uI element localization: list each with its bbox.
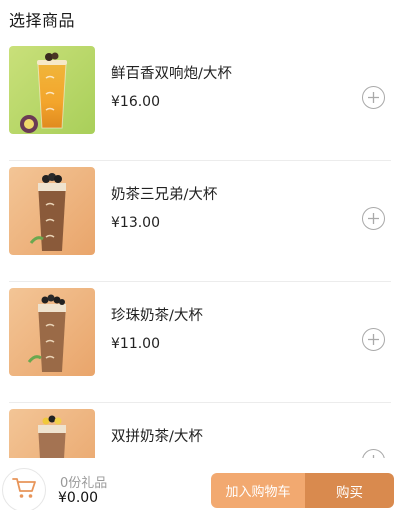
plus-circle-icon[interactable] — [362, 328, 385, 351]
product-item[interactable]: 奶茶三兄弟/大杯 ¥13.00 — [0, 161, 400, 281]
product-image-milk-tea-trio — [9, 167, 95, 255]
product-list[interactable]: 鲜百香双响炮/大杯 ¥16.00 奶茶三兄弟/大杯 ¥13.00 珍珠奶茶/大杯… — [0, 40, 400, 458]
product-name: 奶茶三兄弟/大杯 — [111, 187, 218, 203]
product-image-double-milk-tea — [9, 409, 95, 458]
product-price: ¥16.00 — [111, 94, 160, 110]
cart-button[interactable] — [2, 468, 46, 510]
product-image-passionfruit-tea — [9, 46, 95, 134]
product-price: ¥13.00 — [111, 215, 160, 231]
product-item[interactable]: 双拼奶茶/大杯 — [0, 403, 400, 458]
page-header: 选择商品 — [9, 6, 75, 32]
product-name: 鲜百香双响炮/大杯 — [111, 66, 232, 82]
page-title: 选择商品 — [9, 11, 76, 30]
product-image-pearl-milk-tea — [9, 288, 95, 376]
product-item[interactable]: 珍珠奶茶/大杯 ¥11.00 — [0, 282, 400, 402]
total-price: ¥0.00 — [58, 490, 99, 506]
product-name: 双拼奶茶/大杯 — [111, 429, 203, 445]
plus-circle-icon[interactable] — [362, 207, 385, 230]
plus-circle-icon[interactable] — [362, 449, 385, 458]
gift-count: 0份礼品 — [60, 476, 108, 491]
buy-button[interactable]: 购买 — [305, 473, 394, 508]
add-to-cart-button[interactable]: 加入购物车 — [211, 473, 305, 508]
product-name: 珍珠奶茶/大杯 — [111, 308, 203, 324]
shopping-cart-icon — [11, 476, 37, 504]
bottom-bar: 0份礼品 ¥0.00 加入购物车 购买 — [0, 466, 400, 510]
product-price: ¥11.00 — [111, 336, 160, 352]
product-item[interactable]: 鲜百香双响炮/大杯 ¥16.00 — [0, 40, 400, 160]
action-button-group: 加入购物车 购买 — [211, 473, 394, 508]
plus-circle-icon[interactable] — [362, 86, 385, 109]
